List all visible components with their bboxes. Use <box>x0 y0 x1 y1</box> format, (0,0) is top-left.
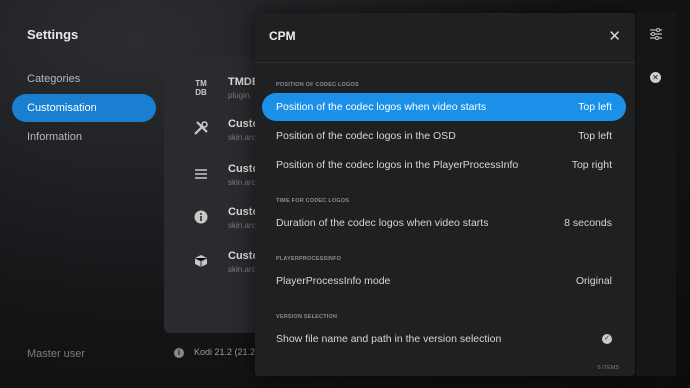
box-icon <box>190 252 212 274</box>
user-profile-label[interactable]: Master user <box>27 348 85 360</box>
setting-label: PlayerProcessInfo mode <box>276 275 391 287</box>
close-circle-icon[interactable]: ✕ <box>650 72 661 83</box>
kodi-version-text: Kodi 21.2 (21.2. <box>194 347 258 357</box>
setting-value: Top left <box>578 101 612 113</box>
setting-row-show-filename[interactable]: Show file name and path in the version s… <box>262 325 626 353</box>
items-count: 6 ITEMS <box>597 365 619 371</box>
right-rail: ✕ <box>636 13 676 376</box>
setting-value: Top left <box>578 130 612 142</box>
setting-value: Original <box>575 275 612 287</box>
info-icon <box>190 208 212 230</box>
list-item-subtitle: skin.arc <box>228 221 256 230</box>
list-item-subtitle: skin.arc <box>228 133 256 142</box>
sliders-icon[interactable] <box>648 27 664 44</box>
setting-value: 8 seconds <box>564 217 612 229</box>
setting-row-logo-position-start[interactable]: Position of the codec logos when video s… <box>262 93 626 121</box>
page-title: Settings <box>27 27 79 42</box>
tools-icon <box>190 120 212 142</box>
setting-label: Show file name and path in the version s… <box>276 333 502 345</box>
sidebar-item-categories[interactable]: Categories <box>12 65 156 93</box>
sidebar-item-customisation[interactable]: Customisation <box>12 94 156 122</box>
list-item-subtitle: skin.arc <box>228 178 256 187</box>
setting-label: Duration of the codec logos when video s… <box>276 217 489 229</box>
kodi-version-label: i Kodi 21.2 (21.2. <box>174 347 258 358</box>
info-icon: i <box>174 347 184 358</box>
setting-row-logo-position-ppi[interactable]: Position of the codec logos in the Playe… <box>262 151 626 179</box>
cpm-settings-dialog: CPM ✕ POSITION OF CODEC LOGOS Position o… <box>255 13 635 376</box>
section-header: POSITION OF CODEC LOGOS <box>276 82 359 88</box>
close-icon[interactable]: ✕ <box>608 27 621 45</box>
setting-row-ppi-mode[interactable]: PlayerProcessInfo mode Original <box>262 267 626 295</box>
section-header: VERSION SELECTION <box>276 314 338 320</box>
setting-label: Position of the codec logos in the OSD <box>276 130 456 142</box>
list-item-subtitle: skin.arc <box>228 265 256 274</box>
divider <box>255 62 635 63</box>
setting-row-logo-position-osd[interactable]: Position of the codec logos in the OSD T… <box>262 122 626 150</box>
section-header: PLAYERPROCESSINFO <box>276 256 342 262</box>
checkmark-icon[interactable]: ✓ <box>602 334 612 344</box>
section-header: TIME FOR CODEC LOGOS <box>276 198 350 204</box>
setting-label: Position of the codec logos in the Playe… <box>276 159 519 171</box>
list-icon <box>190 165 212 187</box>
setting-row-logo-duration[interactable]: Duration of the codec logos when video s… <box>262 209 626 237</box>
tmdb-icon: TM DB <box>195 79 207 97</box>
sidebar-item-information[interactable]: Information <box>12 123 156 151</box>
setting-value: Top right <box>571 159 612 171</box>
list-item-subtitle: plugin. <box>228 91 252 100</box>
setting-label: Position of the codec logos when video s… <box>276 101 487 113</box>
dialog-title: CPM <box>269 29 296 43</box>
